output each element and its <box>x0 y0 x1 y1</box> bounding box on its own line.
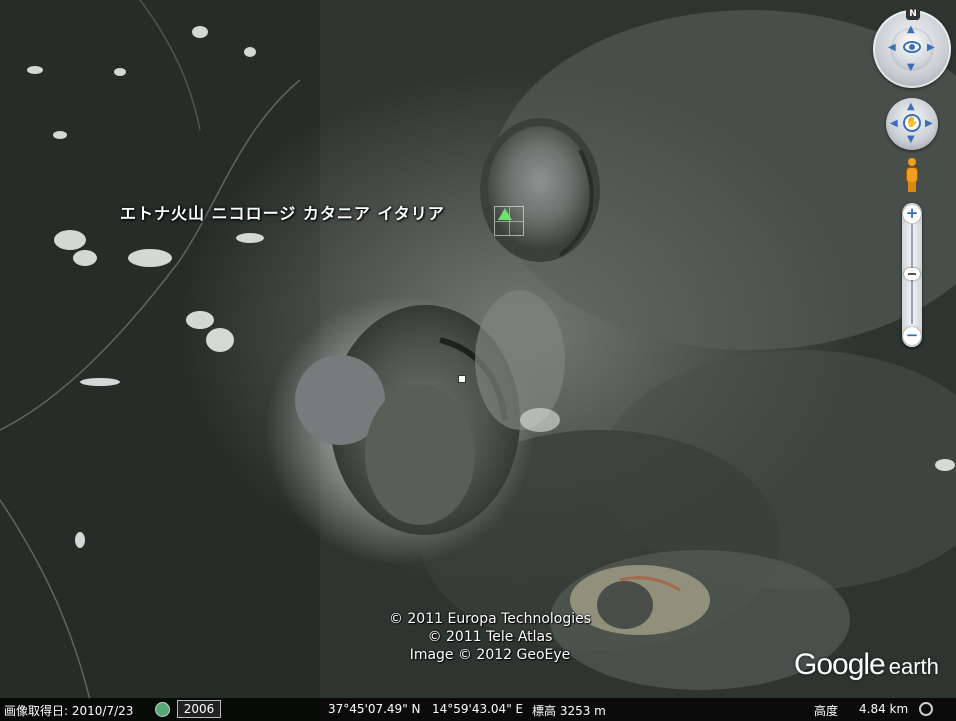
look-down-arrow-icon[interactable]: ▼ <box>907 63 915 73</box>
elevation-readout: 標高 3253 m <box>532 704 606 718</box>
pegman-icon[interactable] <box>904 158 920 192</box>
zoom-out-icon[interactable]: − <box>903 327 921 345</box>
logo-earth: earth <box>888 654 939 679</box>
copyright-line: © 2011 Tele Atlas <box>427 629 553 645</box>
logo-google: Google <box>794 648 886 681</box>
move-down-arrow-icon[interactable]: ▼ <box>907 135 915 145</box>
north-indicator[interactable]: N <box>906 8 920 20</box>
move-right-arrow-icon[interactable]: ▶ <box>925 119 933 129</box>
copyright-line: Image © 2012 GeoEye <box>409 647 571 663</box>
longitude-readout: 14°59'43.04" E <box>432 702 524 716</box>
copyright-notice: © 2011 Europa Technologies © 2011 Tele A… <box>340 610 640 664</box>
historical-imagery-year[interactable]: 2006 <box>177 700 221 718</box>
center-marker <box>458 375 466 383</box>
move-left-arrow-icon[interactable]: ◀ <box>890 119 898 129</box>
latitude-readout: 37°45'07.49" N <box>328 702 421 716</box>
zoom-in-icon[interactable]: + <box>903 205 921 223</box>
eye-altitude-value: 4.84 km <box>859 702 909 716</box>
look-left-arrow-icon[interactable]: ◀ <box>888 43 896 53</box>
placemark-label[interactable]: エトナ火山 ニコロージ カタニア イタリア <box>120 200 445 224</box>
look-right-arrow-icon[interactable]: ▶ <box>927 43 935 53</box>
placemark-pin-icon[interactable] <box>498 208 512 220</box>
eye-altitude-label: 高度 <box>814 704 839 718</box>
status-bar: 画像取得日: 2010/7/23 37°45'07.49" N 14°59'43… <box>0 698 956 721</box>
hand-icon[interactable]: ✋ <box>903 114 921 132</box>
eye-icon[interactable] <box>903 41 921 53</box>
imagery-date: 画像取得日: 2010/7/23 <box>4 704 134 718</box>
streaming-icon <box>919 702 933 716</box>
copyright-line: © 2011 Europa Technologies <box>388 611 592 627</box>
look-up-arrow-icon[interactable]: ▲ <box>907 25 915 35</box>
move-up-arrow-icon[interactable]: ▲ <box>907 102 915 112</box>
clock-icon[interactable] <box>155 702 170 717</box>
zoom-slider-handle[interactable] <box>904 268 920 280</box>
google-earth-logo: Google earth <box>794 648 939 682</box>
